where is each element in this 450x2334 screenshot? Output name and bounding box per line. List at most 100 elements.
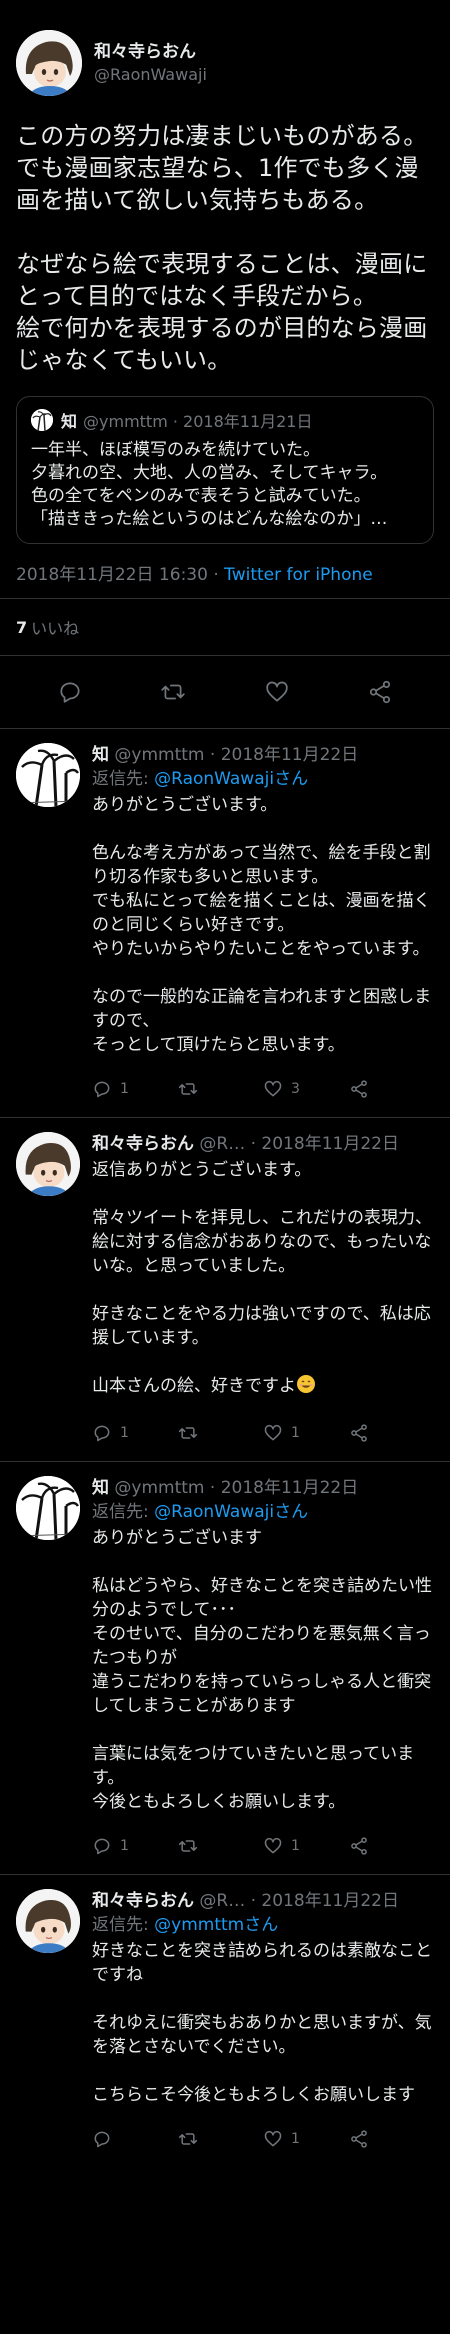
reply-author-name[interactable]: 和々寺らおん [92, 1134, 194, 1154]
palm-tree-avatar-icon [31, 409, 53, 431]
reply-button[interactable]: 1 [92, 1079, 178, 1099]
share-button[interactable] [349, 1423, 435, 1443]
reply-to-mention[interactable]: @RaonWawajiさん [154, 769, 308, 789]
retweet-button[interactable] [178, 1423, 264, 1443]
tweet-thread: 和々寺らおん @RaonWawaji この方の努力は凄まじいものがある。 でも漫… [0, 0, 450, 2167]
author-names: 和々寺らおん @RaonWawaji [94, 40, 207, 86]
via-link[interactable]: Twitter for iPhone [224, 565, 373, 585]
share-button[interactable] [349, 1836, 435, 1856]
reply-actions: 1 1 [92, 1405, 434, 1461]
heart-icon [263, 1836, 283, 1856]
quote-avatar [31, 409, 53, 431]
reply-tweet[interactable]: 知 @ymmttm · 2018年11月22日 返信先: @RaonWawaji… [0, 729, 450, 1118]
share-icon [349, 1423, 369, 1443]
palm-tree-avatar-icon [16, 1476, 80, 1540]
reply-to-prefix: 返信先: [92, 1502, 155, 1522]
retweet-icon [178, 1423, 198, 1443]
reply-to-line: 返信先: @RaonWawajiさん [92, 1500, 434, 1524]
reply-text: ありがとうございます。 色んな考え方があって当然で、絵を手段と割り切る作家も多い… [92, 795, 432, 1055]
reply-meta: @R… · 2018年11月22日 [199, 1891, 399, 1911]
timestamp[interactable]: 2018年11月22日 16:30 [16, 565, 208, 585]
palm-tree-avatar-icon [16, 743, 80, 807]
reply-button[interactable]: 1 [92, 1836, 178, 1856]
reply-to-line: 返信先: @RaonWawajiさん [92, 767, 434, 791]
display-name[interactable]: 和々寺らおん [94, 40, 207, 64]
reply-meta: @ymmttm · 2018年11月22日 [114, 745, 359, 765]
reply-to-prefix: 返信先: [92, 769, 155, 789]
share-button[interactable] [349, 2129, 435, 2149]
reply-icon [92, 2129, 112, 2149]
author-row: 和々寺らおん @RaonWawaji [16, 26, 434, 100]
like-count: 1 [291, 2131, 300, 2147]
heart-icon[interactable] [264, 679, 290, 705]
quoted-tweet[interactable]: 知 @ymmttm · 2018年11月21日 一年半、ほぼ模写のみを続けていた… [16, 396, 434, 544]
avatar[interactable] [16, 30, 82, 96]
reply-actions: 1 3 [92, 1061, 434, 1117]
like-count: 3 [291, 1081, 300, 1097]
reply-meta: @R… · 2018年11月22日 [199, 1134, 399, 1154]
quote-meta: @ymmttm · 2018年11月21日 [83, 412, 313, 431]
heart-icon [263, 1079, 283, 1099]
handle[interactable]: @RaonWawaji [94, 64, 207, 86]
reply-icon[interactable] [57, 679, 83, 705]
tweet-text: この方の努力は凄まじいものがある。 でも漫画家志望なら、1作でも多く漫画を描いて… [16, 122, 428, 374]
share-button[interactable] [349, 1079, 435, 1099]
like-button[interactable]: 1 [263, 1423, 349, 1443]
likes-label: いいね [31, 619, 80, 638]
reply-text: ありがとうございます 私はどうやら、好きなことを突き詰めたい性分のようでして･･… [92, 1528, 432, 1812]
reply-icon [92, 1836, 112, 1856]
retweet-icon [178, 2129, 198, 2149]
anime-avatar-icon [16, 1889, 80, 1953]
quote-header: 知 @ymmttm · 2018年11月21日 [31, 409, 419, 431]
like-count: 1 [291, 1425, 300, 1441]
timestamp-row: 2018年11月22日 16:30 · Twitter for iPhone [16, 560, 434, 585]
heart-icon [263, 1423, 283, 1443]
quote-author-name: 知 [61, 412, 78, 431]
retweet-icon[interactable] [160, 679, 186, 705]
reply-tweet[interactable]: 和々寺らおん @R… · 2018年11月22日 返信ありがとうございます。 常… [0, 1118, 450, 1462]
avatar[interactable] [16, 1132, 80, 1196]
reply-text: 好きなことを突き詰められるのは素敵なことですね それゆえに衝突もおありかと思いま… [92, 1941, 432, 2105]
timestamp-separator: · [207, 565, 225, 585]
reply-actions: 1 [92, 2111, 434, 2167]
likes-row[interactable]: 7 いいね [0, 599, 450, 655]
like-button[interactable]: 1 [263, 2129, 349, 2149]
reply-button[interactable]: 1 [92, 1423, 178, 1443]
like-button[interactable]: 1 [263, 1836, 349, 1856]
retweet-button[interactable] [178, 2129, 264, 2149]
avatar[interactable] [16, 1889, 80, 1953]
share-icon[interactable] [367, 679, 393, 705]
reply-to-line: 返信先: @ymmttmさん [92, 1913, 434, 1937]
reply-text: 返信ありがとうございます。 常々ツイートを拝見し、これだけの表現力、絵に対する信… [92, 1158, 434, 1401]
reply-author-name[interactable]: 和々寺らおん [92, 1891, 194, 1911]
retweet-icon [178, 1836, 198, 1856]
retweet-button[interactable] [178, 1836, 264, 1856]
main-tweet: 和々寺らおん @RaonWawaji この方の努力は凄まじいものがある。 でも漫… [0, 0, 450, 585]
reply-count: 1 [120, 1425, 129, 1441]
reply-actions: 1 1 [92, 1818, 434, 1874]
avatar[interactable] [16, 1476, 80, 1540]
avatar[interactable] [16, 743, 80, 807]
likes-count: 7 [16, 617, 28, 637]
reply-to-mention[interactable]: @RaonWawajiさん [154, 1502, 308, 1522]
quote-text: 一年半、ほぼ模写のみを続けていた。 夕暮れの空、大地、人の営み、そしてキャラ。 … [31, 440, 388, 529]
reply-count: 1 [120, 1838, 129, 1854]
retweet-button[interactable] [178, 1079, 264, 1099]
reply-to-mention[interactable]: @ymmttmさん [154, 1915, 278, 1935]
reply-to-prefix: 返信先: [92, 1915, 155, 1935]
reply-text-body: 返信ありがとうございます。 常々ツイートを拝見し、これだけの表現力、絵に対する信… [92, 1160, 432, 1396]
smiling-face-emoji-icon [296, 1374, 316, 1401]
reply-button[interactable] [92, 2129, 178, 2149]
retweet-icon [178, 1079, 198, 1099]
reply-tweet[interactable]: 知 @ymmttm · 2018年11月22日 返信先: @RaonWawaji… [0, 1462, 450, 1875]
reply-icon [92, 1079, 112, 1099]
main-actions [0, 656, 450, 728]
reply-meta: @ymmttm · 2018年11月22日 [114, 1478, 359, 1498]
like-count: 1 [291, 1838, 300, 1854]
anime-avatar-icon [16, 30, 82, 96]
reply-count: 1 [120, 1081, 129, 1097]
reply-tweet[interactable]: 和々寺らおん @R… · 2018年11月22日 返信先: @ymmttmさん … [0, 1875, 450, 2167]
like-button[interactable]: 3 [263, 1079, 349, 1099]
reply-author-name[interactable]: 知 [92, 1478, 109, 1498]
reply-author-name[interactable]: 知 [92, 745, 109, 765]
